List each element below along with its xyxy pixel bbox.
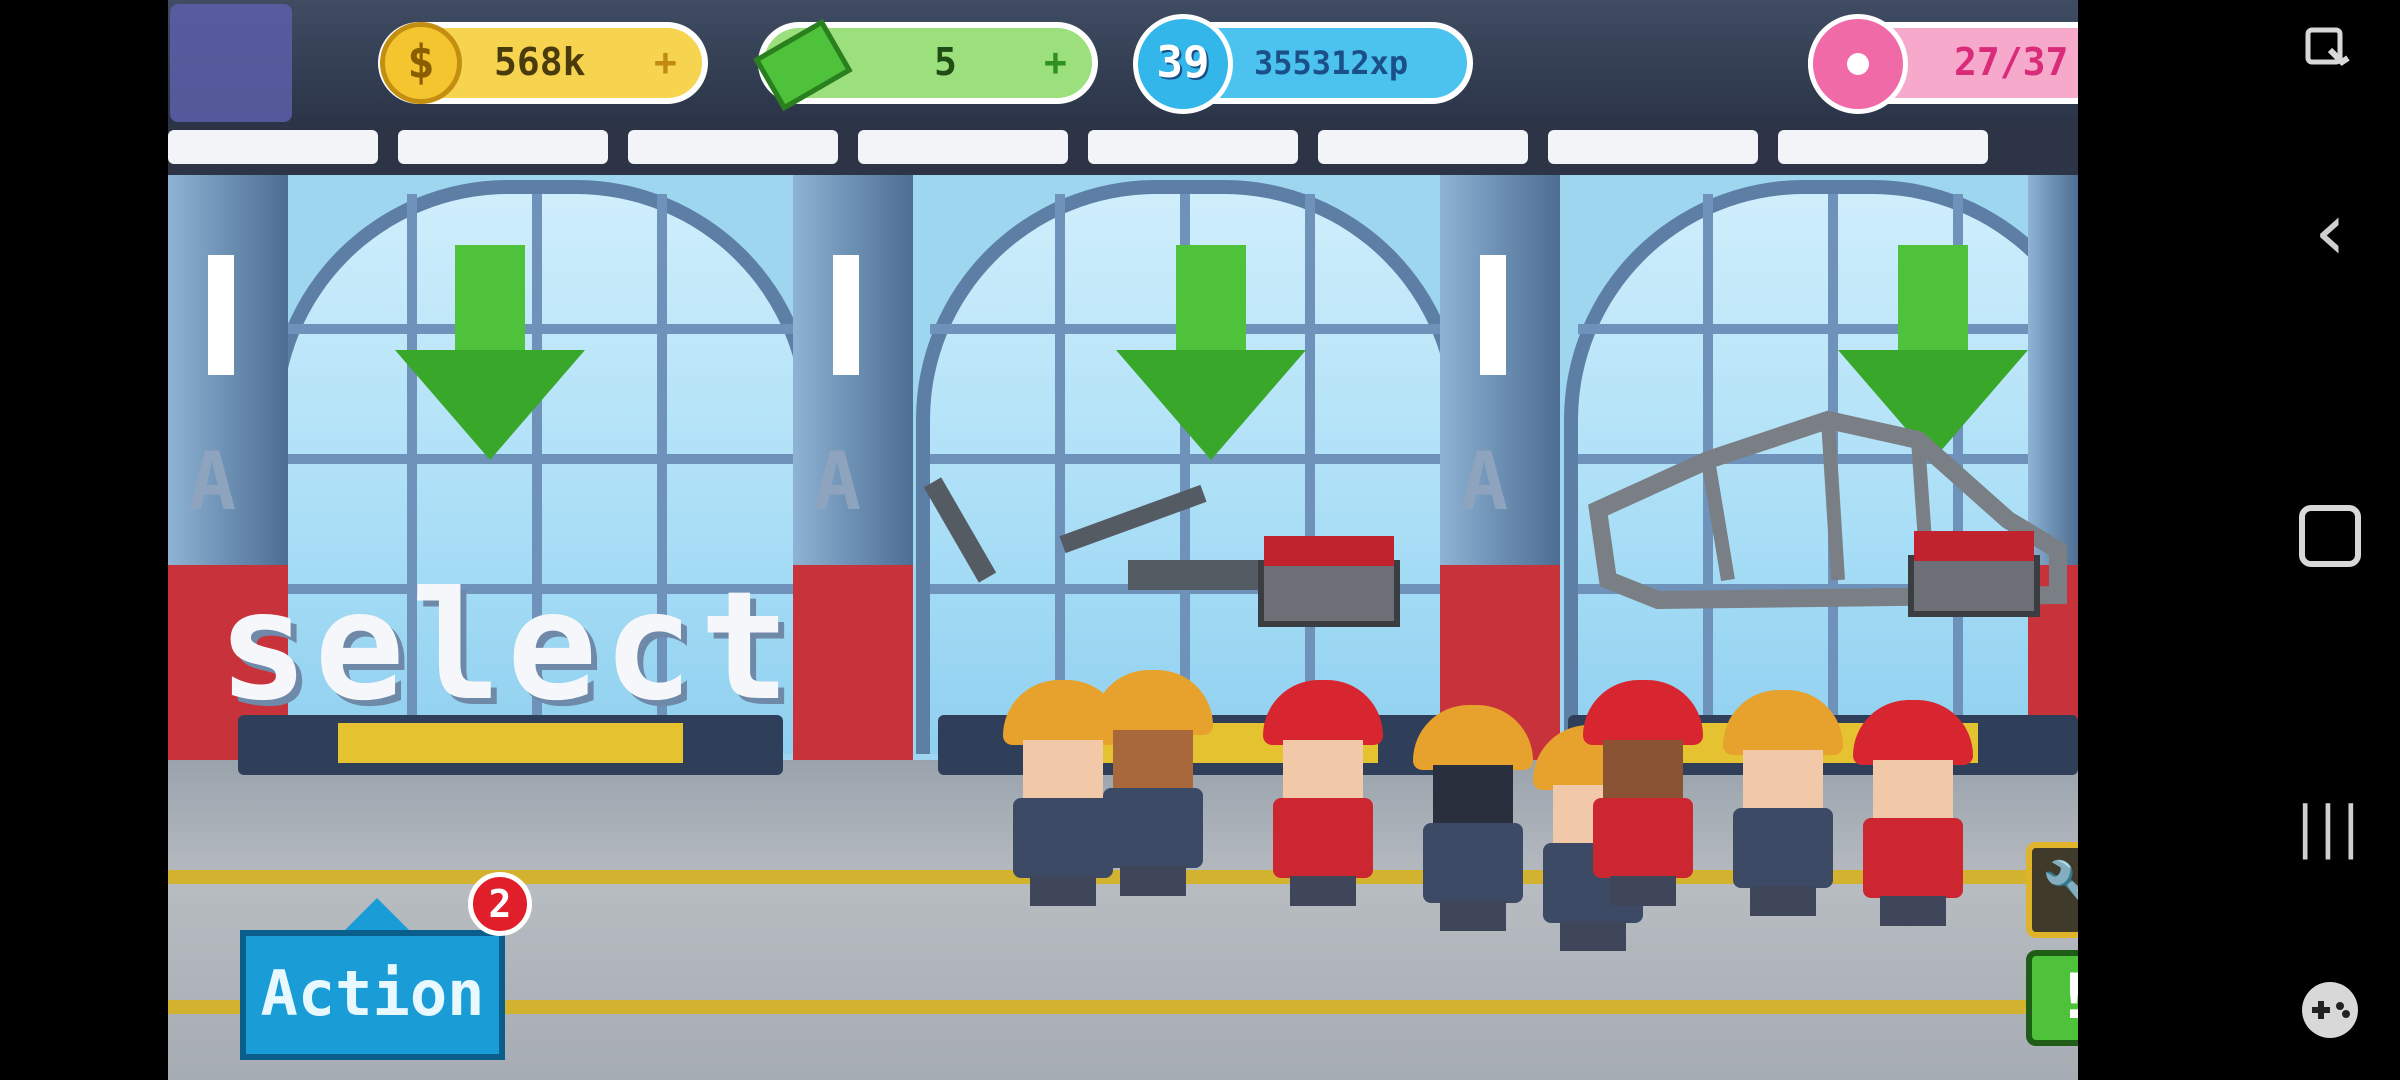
worker[interactable]	[1413, 705, 1533, 935]
energy-value: 27/37	[1954, 40, 2069, 84]
player-avatar[interactable]	[170, 4, 292, 122]
ceiling-light	[628, 130, 838, 164]
ceiling-light	[1088, 130, 1298, 164]
worker[interactable]	[1853, 700, 1973, 930]
coins-value: 568k	[494, 40, 586, 84]
alert-button[interactable]: !	[2026, 950, 2078, 1046]
xp-level-icon: 39	[1133, 14, 1233, 114]
select-prompt: select	[218, 560, 796, 734]
game-viewport[interactable]: A A A select 568k + $ 5 + 355312xp 39 27…	[168, 0, 2078, 1080]
ceiling-light	[1778, 130, 1988, 164]
ceiling-light	[398, 130, 608, 164]
ceiling-light	[1548, 130, 1758, 164]
action-button-pointer	[343, 898, 411, 932]
worker[interactable]	[1263, 680, 1388, 910]
add-cash-button[interactable]: +	[1044, 40, 1067, 84]
level-value: 39	[1156, 37, 1210, 88]
action-button[interactable]: Action	[240, 930, 505, 1060]
ceiling-light	[1318, 130, 1528, 164]
screenshot-tool-icon[interactable]	[2280, 20, 2380, 120]
ceiling-light	[168, 130, 378, 164]
home-button[interactable]	[2280, 485, 2380, 585]
ceiling-light	[858, 130, 1068, 164]
recents-button[interactable]: |||	[2280, 795, 2380, 895]
cash-value: 5	[934, 40, 957, 84]
alert-icon: !	[2055, 960, 2078, 1033]
back-button[interactable]: ‹	[2280, 185, 2380, 285]
worker[interactable]	[1583, 680, 1703, 910]
worker[interactable]	[1723, 690, 1843, 920]
xp-value: 355312xp	[1254, 44, 1409, 82]
donut-icon	[1808, 14, 1908, 114]
add-coins-button[interactable]: +	[654, 40, 677, 84]
wrench-button[interactable]: 🔧	[2026, 842, 2078, 938]
worker[interactable]	[1093, 670, 1213, 900]
coin-icon: $	[380, 22, 462, 104]
action-notification-badge: 2	[468, 872, 532, 936]
home-icon	[2299, 505, 2361, 567]
gamepad-icon[interactable]	[2280, 978, 2380, 1078]
wrench-icon: 🔧	[2041, 859, 2078, 919]
pillar: A	[1440, 175, 1560, 795]
pillar: A	[793, 175, 913, 795]
